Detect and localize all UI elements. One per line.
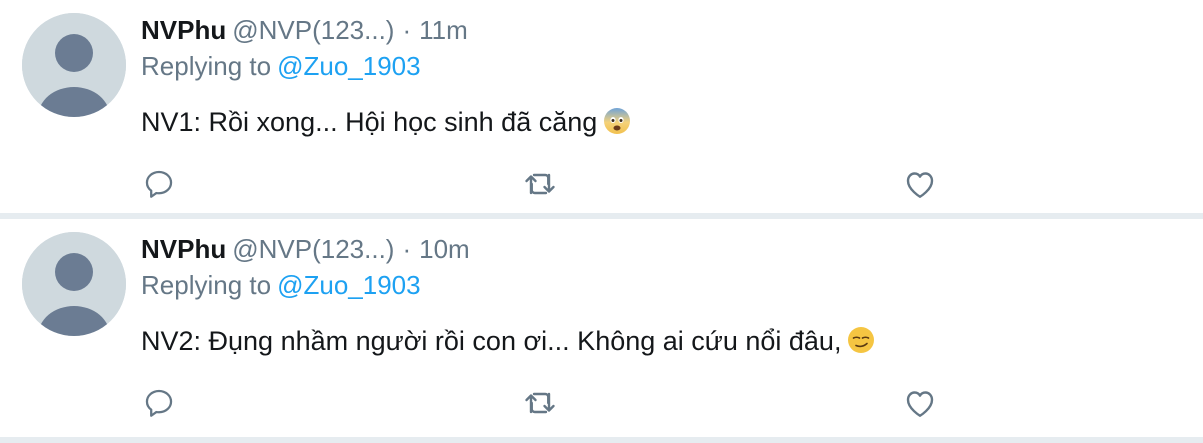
separator-dot: · (402, 15, 412, 45)
author-name[interactable]: NVPhu (141, 234, 226, 264)
default-avatar-icon (22, 13, 126, 117)
tweet-text-content: NV2: Đụng nhầm người rồi con ơi... Không… (141, 326, 842, 356)
author-handle[interactable]: @NVP(123...) (232, 234, 394, 264)
reply-button[interactable] (139, 164, 179, 204)
smirking-face-icon (847, 326, 875, 363)
retweet-icon (525, 173, 555, 195)
replying-to-label: Replying to (141, 270, 272, 300)
tweet-actions (0, 164, 1203, 204)
tweet-actions (0, 383, 1203, 423)
divider (0, 437, 1203, 443)
like-heart-icon (906, 172, 934, 198)
tweet-text: NV2: Đụng nhầm người rồi con ơi... Không… (141, 323, 875, 363)
like-button[interactable] (900, 164, 940, 204)
tweet[interactable]: NVPhu @NVP(123...) · 10m Replying to @Zuo_19… (0, 219, 1203, 432)
replying-to: Replying to @Zuo_1903 (141, 269, 421, 301)
retweet-button[interactable] (520, 383, 560, 423)
reply-icon (145, 389, 173, 417)
tweet-header: NVPhu @NVP(123...) · 10m (141, 233, 470, 265)
like-button[interactable] (900, 383, 940, 423)
author-handle[interactable]: @NVP(123...) (232, 15, 394, 45)
timestamp[interactable]: 11m (419, 15, 468, 45)
author-name[interactable]: NVPhu (141, 15, 226, 45)
replying-to-label: Replying to (141, 51, 272, 81)
avatar[interactable] (22, 13, 126, 117)
timestamp[interactable]: 10m (419, 234, 470, 264)
avatar[interactable] (22, 232, 126, 336)
like-heart-icon (906, 391, 934, 417)
face-with-cold-sweat-icon (603, 107, 631, 144)
replying-to: Replying to @Zuo_1903 (141, 50, 421, 82)
tweet-feed: NVPhu @NVP(123...) · 11m Replying to @Zuo_19… (0, 0, 1203, 443)
separator-dot: · (402, 234, 412, 264)
retweet-icon (525, 392, 555, 414)
retweet-button[interactable] (520, 164, 560, 204)
tweet-header: NVPhu @NVP(123...) · 11m (141, 14, 468, 46)
reply-mention-link[interactable]: @Zuo_1903 (277, 270, 421, 300)
tweet[interactable]: NVPhu @NVP(123...) · 11m Replying to @Zuo_19… (0, 0, 1203, 213)
reply-icon (145, 170, 173, 198)
default-avatar-icon (22, 232, 126, 336)
reply-mention-link[interactable]: @Zuo_1903 (277, 51, 421, 81)
tweet-text-content: NV1: Rồi xong... Hội học sinh đã căng (141, 107, 598, 137)
tweet-text: NV1: Rồi xong... Hội học sinh đã căng (141, 104, 631, 144)
reply-button[interactable] (139, 383, 179, 423)
